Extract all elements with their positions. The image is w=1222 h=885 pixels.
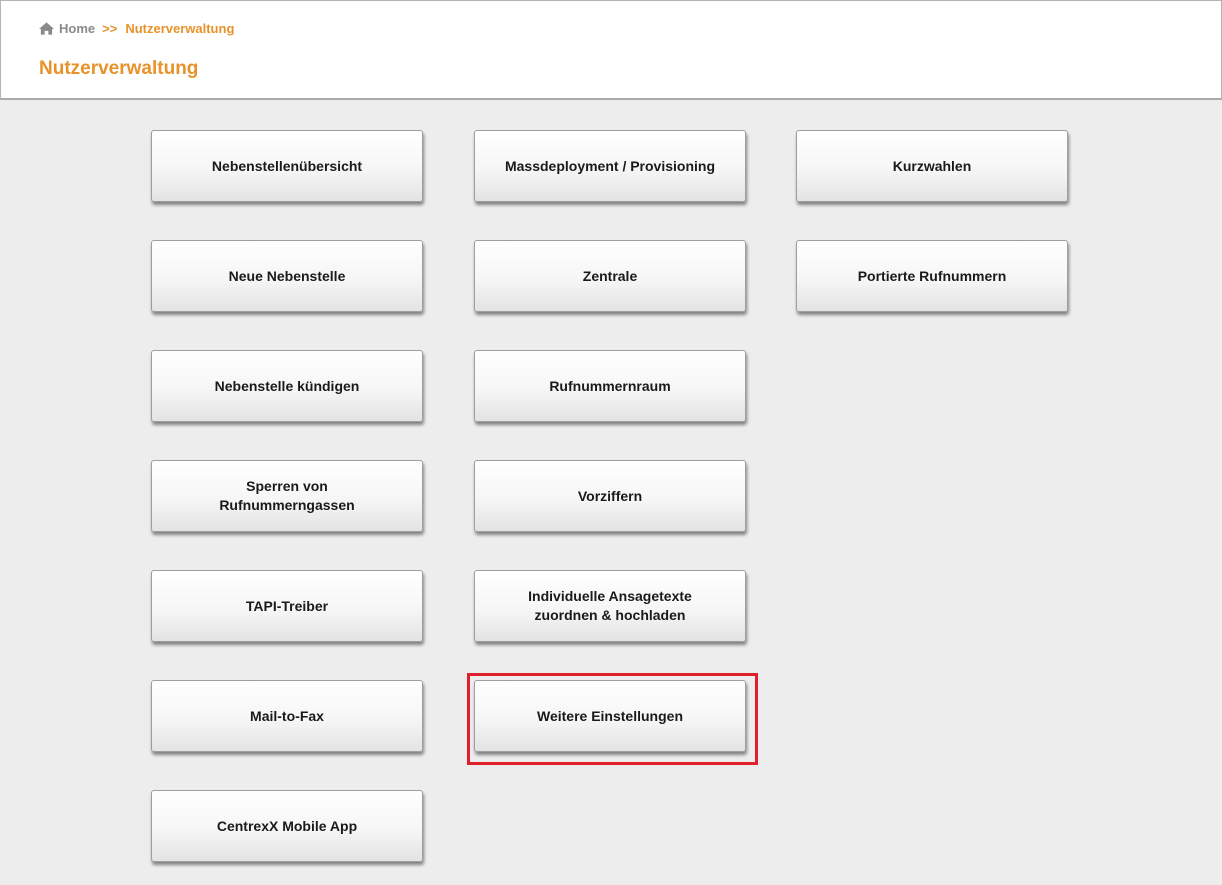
tapi-treiber-label: TAPI-Treiber xyxy=(245,597,329,614)
kurzwahlen-label: Kurzwahlen xyxy=(892,157,972,174)
zentrale-label: Zentrale xyxy=(582,267,638,284)
ansagetexte-label-line1: Individuelle Ansagetexte xyxy=(528,588,692,604)
tapi-treiber-button[interactable]: TAPI-Treiber xyxy=(151,570,423,642)
centrexx-mobile-app-label: CentrexX Mobile App xyxy=(216,817,358,834)
ansagetexte-button[interactable]: Individuelle Ansagetexte zuordnen & hoch… xyxy=(474,570,746,642)
neue-nebenstelle-label: Neue Nebenstelle xyxy=(228,267,346,284)
nebenstellenuebersicht-button[interactable]: Nebenstellenübersicht xyxy=(151,130,423,202)
nebenstellenuebersicht-label: Nebenstellenübersicht xyxy=(211,157,363,174)
ansagetexte-label-line2: zuordnen & hochladen xyxy=(534,607,686,623)
neue-nebenstelle-button[interactable]: Neue Nebenstelle xyxy=(151,240,423,312)
nebenstelle-kuendigen-label: Nebenstelle kündigen xyxy=(214,377,360,394)
rufnummernraum-label: Rufnummernraum xyxy=(549,377,671,394)
highlight-frame xyxy=(467,673,758,765)
vorziffern-button[interactable]: Vorziffern xyxy=(474,460,746,532)
zentrale-button[interactable]: Zentrale xyxy=(474,240,746,312)
mail-to-fax-label: Mail-to-Fax xyxy=(250,707,324,724)
massdeployment-provisioning-button[interactable]: Massdeployment / Provisioning xyxy=(474,130,746,202)
vorziffern-label: Vorziffern xyxy=(577,487,643,504)
ansagetexte-label: Individuelle Ansagetexte zuordnen & hoch… xyxy=(528,587,692,625)
centrexx-mobile-app-button[interactable]: CentrexX Mobile App xyxy=(151,790,423,862)
portierte-rufnummern-button[interactable]: Portierte Rufnummern xyxy=(796,240,1068,312)
sperren-rufnummerngassen-label: Sperren von Rufnummerngassen xyxy=(219,477,354,515)
menu-grid: Nebenstellenübersicht Neue Nebenstelle N… xyxy=(0,0,1222,885)
sperren-rufnummerngassen-button[interactable]: Sperren von Rufnummerngassen xyxy=(151,460,423,532)
nebenstelle-kuendigen-button[interactable]: Nebenstelle kündigen xyxy=(151,350,423,422)
massdeployment-provisioning-label: Massdeployment / Provisioning xyxy=(504,157,716,174)
sperren-label-line2: Rufnummerngassen xyxy=(219,497,355,513)
portierte-rufnummern-label: Portierte Rufnummern xyxy=(857,267,1007,284)
kurzwahlen-button[interactable]: Kurzwahlen xyxy=(796,130,1068,202)
rufnummernraum-button[interactable]: Rufnummernraum xyxy=(474,350,746,422)
mail-to-fax-button[interactable]: Mail-to-Fax xyxy=(151,680,423,752)
sperren-label-line1: Sperren von xyxy=(246,478,328,494)
